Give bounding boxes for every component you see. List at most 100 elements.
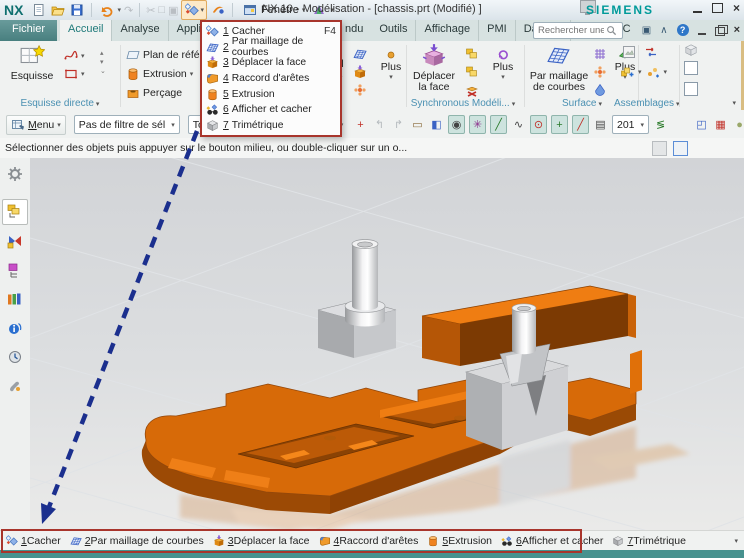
add-component-icon[interactable]: [620, 65, 634, 79]
ribbon-overflow-icon[interactable]: ▾: [732, 99, 736, 107]
menu-button[interactable]: Menu ▾: [6, 114, 66, 135]
close-button[interactable]: ×: [733, 2, 740, 14]
touch-icon[interactable]: [210, 2, 226, 18]
mdi-close-button[interactable]: ×: [734, 24, 740, 36]
move-face-button[interactable]: Déplacer la face: [408, 43, 460, 93]
snap-line-icon[interactable]: ╱: [490, 115, 507, 134]
snap-plus-icon[interactable]: +: [551, 115, 568, 134]
through-curve-mesh-button[interactable]: Par maillage de courbes: [528, 43, 590, 93]
snap-center-icon[interactable]: ⊙: [530, 115, 547, 134]
solid-icon[interactable]: ◧: [429, 116, 444, 133]
grid-icon[interactable]: ▦: [713, 116, 728, 133]
resource-bar-internet-icon[interactable]: [3, 317, 27, 341]
bottom-overflow-icon[interactable]: ▾: [734, 537, 738, 545]
command-search[interactable]: [533, 22, 623, 39]
sync-more[interactable]: Plus ▾: [488, 47, 518, 81]
menu-item-afficher-et-cacher[interactable]: 6 Afficher et cacher: [202, 102, 340, 118]
mirror-assembly-icon[interactable]: [644, 45, 658, 59]
graphics-viewport[interactable]: [29, 66, 744, 558]
menu-item-raccord-d-arêtes[interactable]: 4 Raccord d'arêtes: [202, 71, 340, 87]
grid-toggle-icon[interactable]: [652, 141, 667, 156]
group-label[interactable]: Synchronous Modéli... ▾: [408, 98, 518, 109]
resource-bar-history-icon[interactable]: [3, 346, 27, 370]
shortcut-par-maillage-de-courbes[interactable]: 2Par maillage de courbes: [70, 535, 204, 547]
nav-back-icon[interactable]: ↰: [372, 116, 387, 133]
ruled-icon[interactable]: [592, 45, 607, 62]
snap-endpoint-icon[interactable]: ◉: [448, 115, 465, 134]
menu-item-trimétrique[interactable]: 7 Trimétrique: [202, 118, 340, 134]
spline-button[interactable]: ▾: [64, 47, 85, 64]
snap-midpoint-icon[interactable]: ✳: [469, 115, 486, 134]
shortcut-raccord-d-arêtes[interactable]: 4Raccord d'arêtes: [319, 535, 418, 547]
delete-face-icon[interactable]: [464, 81, 479, 98]
shortcut-afficher-et-cacher[interactable]: 6Afficher et cacher: [501, 535, 603, 547]
resource-bar-reuse-library-icon[interactable]: [3, 288, 27, 312]
view-window-icon[interactable]: ◰: [694, 116, 709, 133]
selection-filter-combo[interactable]: Pas de filtre de sél ▾: [73, 115, 180, 134]
pull-face-icon[interactable]: [464, 45, 479, 62]
swept-icon[interactable]: [592, 81, 607, 98]
tab-ndu[interactable]: ndu: [337, 20, 371, 41]
maximize-button[interactable]: [711, 3, 723, 13]
preview-icon[interactable]: [622, 45, 636, 59]
search-input[interactable]: [536, 24, 606, 37]
new-part-icon[interactable]: [31, 2, 47, 18]
toggle-checkbox-1[interactable]: [684, 61, 698, 75]
window-menu-button[interactable]: Fenêtre ▾: [239, 1, 308, 19]
help-icon[interactable]: ?: [676, 24, 689, 36]
sphere-small-icon[interactable]: [352, 81, 367, 98]
panel-toggle-icon[interactable]: [673, 141, 688, 156]
group-label[interactable]: Esquisse directe ▾: [4, 98, 116, 109]
customize-icon[interactable]: [311, 2, 327, 18]
offset-face-icon[interactable]: [464, 63, 479, 80]
sketch-button[interactable]: Esquisse: [4, 43, 60, 82]
resource-bar-constraint-navigator-icon[interactable]: [3, 230, 27, 254]
nav-fwd-icon[interactable]: ↱: [391, 116, 406, 133]
mesh-small-icon[interactable]: [352, 45, 367, 62]
save-icon[interactable]: [69, 2, 85, 18]
ribbon-options-icon[interactable]: ▣: [642, 25, 651, 36]
fit-icon[interactable]: ≶: [653, 116, 668, 133]
tab-analyse[interactable]: Analyse: [111, 20, 167, 41]
tab-accueil[interactable]: Accueil: [60, 20, 112, 41]
layer-combo[interactable]: 201 ▾: [612, 115, 650, 134]
snap-magnet-icon[interactable]: +: [353, 116, 368, 133]
wireframe-icon[interactable]: ▤: [593, 116, 608, 133]
view-shortcuts-button[interactable]: ▾: [181, 0, 207, 20]
resource-bar-roles-gear-icon[interactable]: [3, 163, 27, 187]
tab-fichier[interactable]: Fichier: [0, 20, 58, 41]
undo-caret-icon[interactable]: ▾: [117, 6, 121, 14]
shortcut-trimétrique[interactable]: 7Trimétrique: [612, 535, 686, 547]
patch-icon[interactable]: [592, 63, 607, 80]
tab-pmi[interactable]: PMI: [478, 20, 515, 41]
shortcut-extrusion[interactable]: 5Extrusion: [427, 535, 492, 547]
open-icon[interactable]: [50, 2, 66, 18]
toggle-checkbox-2[interactable]: [684, 82, 698, 96]
minimize-ribbon-icon[interactable]: ∧: [660, 25, 667, 36]
tab-outils[interactable]: Outils: [371, 20, 415, 41]
qat-overflow-icon[interactable]: ▾: [330, 6, 334, 14]
snap-quadrant-icon[interactable]: ╱: [572, 115, 589, 134]
render-sphere-icon[interactable]: ●: [732, 116, 744, 133]
undo-icon[interactable]: [98, 2, 114, 18]
gallery-scroll[interactable]: ▴ ▾ ⌄: [100, 49, 106, 75]
create-component-icon[interactable]: [646, 65, 660, 79]
resource-bar-assembly-navigator-icon[interactable]: [2, 199, 28, 225]
rectangle-button[interactable]: ▾: [64, 65, 85, 82]
snap-curve-icon[interactable]: ∿: [511, 116, 526, 133]
resource-bar-part-navigator-icon[interactable]: [3, 259, 27, 283]
tab-affichage[interactable]: Affichage: [415, 20, 478, 41]
boolean-icon[interactable]: [352, 63, 367, 80]
marquee-icon[interactable]: ▭: [410, 116, 425, 133]
shaded-cube-icon[interactable]: [684, 43, 698, 57]
menu-item-extrusion[interactable]: 5 Extrusion: [202, 86, 340, 102]
resource-bar-process-icon[interactable]: [3, 375, 27, 399]
mdi-restore-button[interactable]: [714, 24, 728, 36]
feature2-more[interactable]: Plus ▾: [376, 47, 406, 81]
mdi-minimize-button[interactable]: [697, 32, 706, 35]
shortcut-déplacer-la-face[interactable]: 3Déplacer la face: [213, 535, 310, 547]
minimize-button[interactable]: [692, 11, 702, 13]
group-label[interactable]: Assemblages ▾: [614, 98, 680, 109]
menu-item-par-maillage-de-courbes[interactable]: 2 Par maillage de courbes: [202, 36, 340, 58]
shortcut-cacher[interactable]: 1Cacher: [6, 535, 61, 547]
